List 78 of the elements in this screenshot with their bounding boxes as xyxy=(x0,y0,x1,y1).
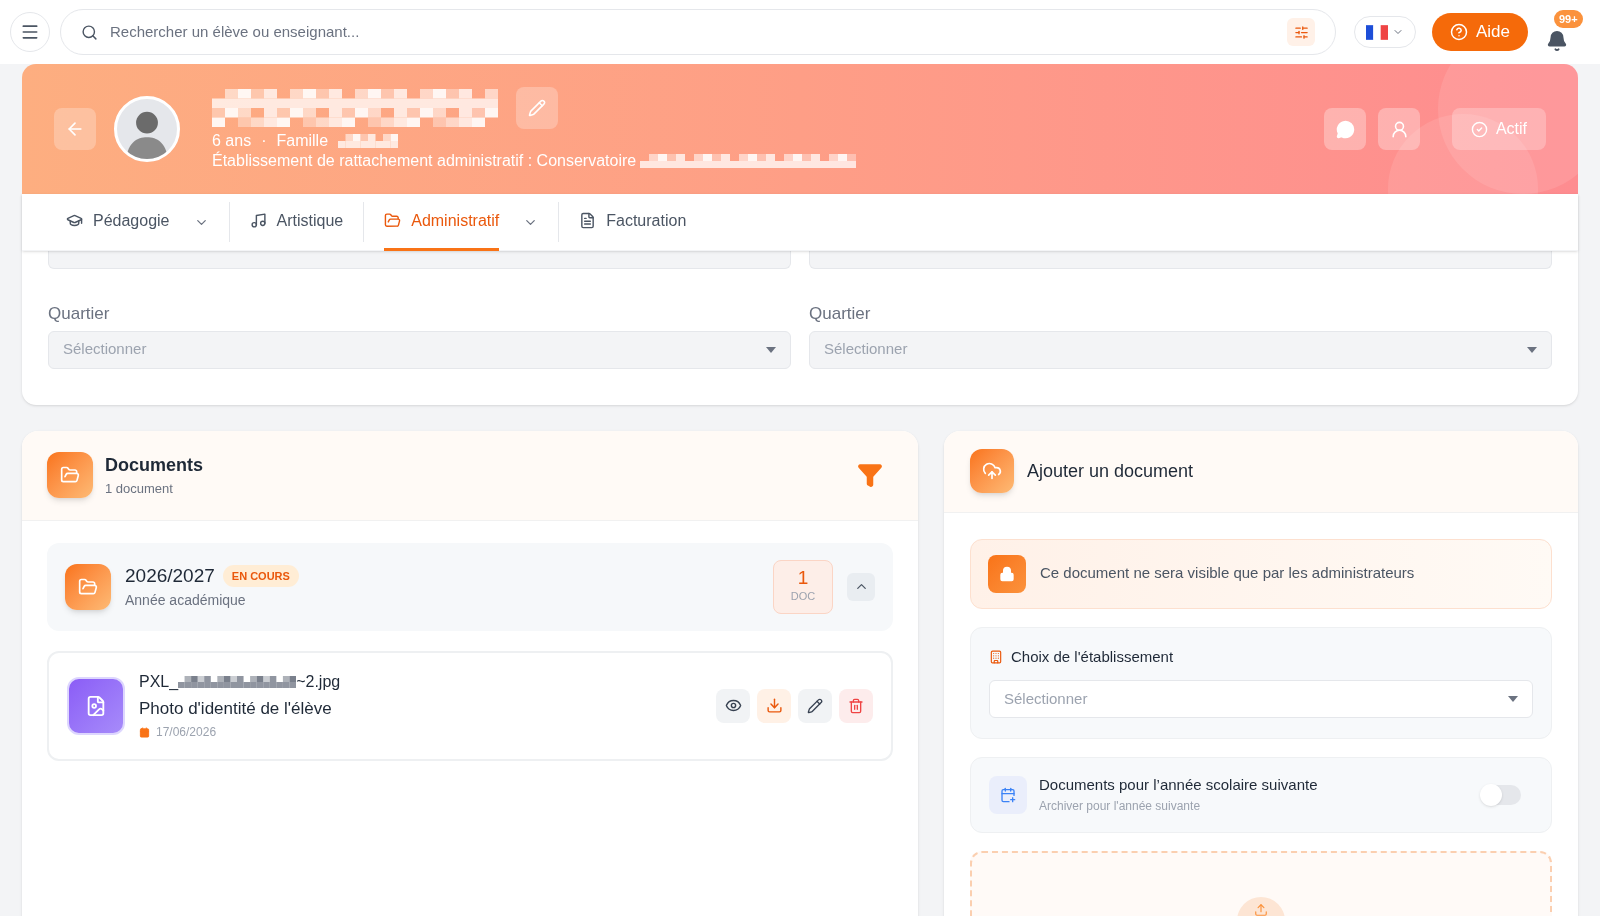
next-year-title: Documents pour l’année scolaire suivante xyxy=(1039,775,1318,796)
person-icon xyxy=(1389,119,1409,139)
download-button[interactable] xyxy=(757,688,791,723)
select-field[interactable]: Sélectionner xyxy=(48,330,791,369)
music-note-icon xyxy=(249,212,267,229)
view-button[interactable] xyxy=(716,688,750,723)
download-icon xyxy=(765,697,783,714)
collapse-button[interactable] xyxy=(847,572,875,601)
file-name-prefix: PXL_ xyxy=(139,671,179,692)
document-count-badge: 1 DOC xyxy=(773,559,833,614)
menu-icon xyxy=(20,22,40,42)
document-icon xyxy=(579,212,597,229)
sliders-icon xyxy=(1293,24,1309,40)
lock-icon xyxy=(999,565,1015,582)
delete-button[interactable] xyxy=(839,688,873,723)
notice-text: Ce document ne sera visible que par les administrateurs xyxy=(1040,563,1415,584)
pixelated-family-name xyxy=(338,134,399,148)
caret-icon xyxy=(1527,346,1537,353)
next-year-subtitle: Archiver pour l'année suivante xyxy=(1039,797,1202,815)
eye-icon xyxy=(724,697,742,714)
upload-title: Ajouter un document xyxy=(1027,459,1194,483)
documents-count: 1 document xyxy=(105,479,174,498)
filter-button[interactable] xyxy=(857,462,883,488)
establishment-label: Choix de l'établissement xyxy=(1011,646,1174,667)
document-title: Photo d'identité de l'élève xyxy=(139,697,333,720)
field-label: Quartier xyxy=(809,303,872,325)
separator-dot: · xyxy=(261,131,267,151)
calendar-icon xyxy=(139,726,150,738)
caret-icon xyxy=(1508,696,1518,702)
tab[interactable]: Pédagogie xyxy=(46,193,229,251)
building-icon xyxy=(989,649,1003,664)
document-date: 17/06/2026 xyxy=(156,724,217,742)
academic-year-row[interactable]: 2026/2027 EN COURS Année académique 1 DOC xyxy=(47,542,893,631)
chat-bubble-icon xyxy=(1335,119,1355,139)
cloud-upload-icon xyxy=(982,461,1002,481)
upload-icon xyxy=(1254,902,1268,916)
tab[interactable]: Artistique xyxy=(229,193,364,251)
edit-button[interactable] xyxy=(798,688,832,723)
user-button[interactable] xyxy=(1378,108,1420,150)
search-icon xyxy=(81,23,98,41)
flag-icon xyxy=(1366,24,1388,40)
family-label: Famille xyxy=(276,131,329,151)
year-subtitle: Année académique xyxy=(125,591,247,611)
status-badge: Actif xyxy=(1452,108,1546,150)
establishment-text: Établissement de rattachement administratif : Conservatoire xyxy=(212,151,637,171)
select-field[interactable] xyxy=(809,251,1552,269)
year-title: 2026/2027 xyxy=(125,563,215,588)
pencil-icon xyxy=(528,99,546,117)
folder-icon xyxy=(384,212,402,229)
filter-settings-button[interactable] xyxy=(1287,18,1315,46)
graduation-cap-icon xyxy=(66,212,83,229)
select-field[interactable]: Sélectionner xyxy=(989,680,1533,718)
age-text: 6 ans xyxy=(212,131,252,151)
status-tag: EN COURS xyxy=(222,564,299,588)
toggle-switch[interactable] xyxy=(1481,784,1521,805)
image-file-icon xyxy=(85,694,107,717)
folder-icon xyxy=(60,465,80,485)
notification-badge: 99+ xyxy=(1554,10,1583,28)
check-circle-icon xyxy=(1470,120,1488,138)
caret-icon xyxy=(766,346,776,353)
search-input[interactable]: Rechercher un élève ou enseignant... xyxy=(110,20,1275,44)
select-field[interactable] xyxy=(48,251,791,269)
message-button[interactable] xyxy=(1324,108,1366,150)
pencil-icon xyxy=(807,697,823,714)
field-label: Quartier xyxy=(48,303,111,325)
trash-icon xyxy=(848,697,864,714)
file-name-suffix: ~2.jpg xyxy=(296,671,341,692)
funnel-icon xyxy=(857,462,883,488)
select-field[interactable]: Sélectionner xyxy=(809,330,1552,369)
calendar-plus-icon xyxy=(1000,786,1016,803)
back-button[interactable] xyxy=(54,108,96,150)
bell-icon[interactable] xyxy=(1546,30,1568,52)
edit-name-button[interactable] xyxy=(516,87,558,129)
documents-title: Documents xyxy=(105,453,203,477)
tab[interactable]: Facturation xyxy=(559,193,707,251)
help-icon xyxy=(1450,23,1468,41)
help-button[interactable]: Aide xyxy=(1432,13,1528,51)
folder-icon xyxy=(78,576,98,597)
